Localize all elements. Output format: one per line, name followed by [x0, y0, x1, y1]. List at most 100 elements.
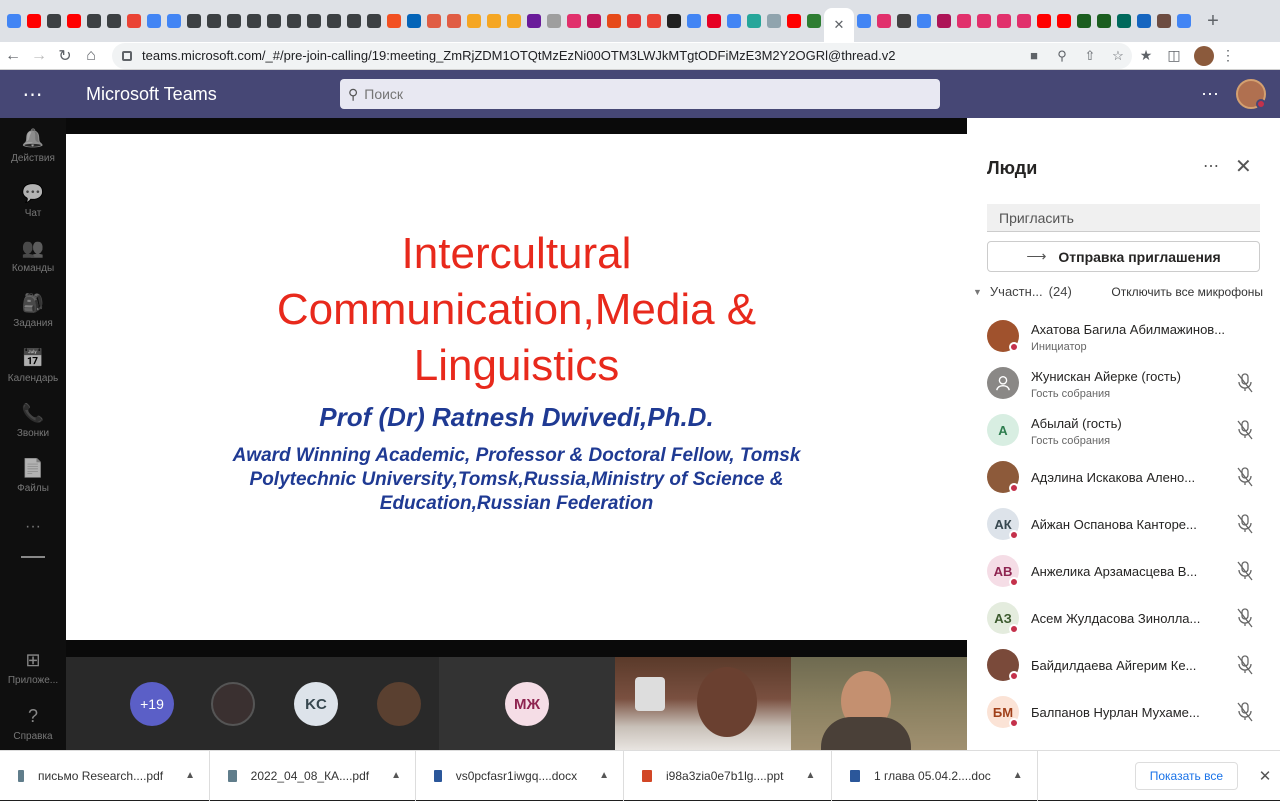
rail-item[interactable]: ⊞ Приложе... — [0, 650, 66, 686]
browser-tab[interactable] — [564, 6, 584, 36]
browser-tab[interactable] — [1114, 6, 1134, 36]
lock-icon[interactable] — [122, 50, 132, 61]
mic-off-icon[interactable] — [1237, 420, 1253, 440]
browser-tab[interactable] — [424, 6, 444, 36]
browser-tab[interactable] — [164, 6, 184, 36]
invite-input[interactable] — [987, 204, 1260, 232]
rail-item[interactable]: ? Справка — [0, 706, 66, 742]
browser-tab[interactable] — [144, 6, 164, 36]
browser-tab[interactable] — [1014, 6, 1034, 36]
new-tab-icon[interactable]: + — [1200, 10, 1226, 33]
browser-tab[interactable] — [444, 6, 464, 36]
show-all-downloads-button[interactable]: Показать все — [1134, 761, 1238, 790]
participant-avatar[interactable] — [211, 682, 255, 726]
chevron-down-icon[interactable]: ▼ — [973, 287, 982, 297]
rail-item[interactable]: 🔔 Действия — [0, 128, 66, 164]
browser-tab[interactable] — [934, 6, 954, 36]
mic-off-icon[interactable] — [1237, 608, 1253, 628]
browser-tab[interactable] — [304, 6, 324, 36]
browser-tab[interactable] — [624, 6, 644, 36]
gallery-tile-mzh[interactable]: МЖ — [439, 657, 615, 750]
browser-tab[interactable] — [324, 6, 344, 36]
browser-tab[interactable] — [1054, 6, 1074, 36]
rail-item[interactable]: 👥 Команды — [0, 238, 66, 274]
browser-tab[interactable] — [104, 6, 124, 36]
mic-off-icon[interactable] — [1237, 655, 1253, 675]
video-tile-participant[interactable] — [791, 657, 967, 750]
browser-tab[interactable] — [524, 6, 544, 36]
chevron-up-icon[interactable]: ▲ — [185, 770, 195, 781]
browser-tab[interactable] — [704, 6, 724, 36]
participant-avatar-kc[interactable]: KC — [294, 682, 338, 726]
search-box[interactable]: ⚲ — [340, 79, 940, 109]
mic-off-icon[interactable] — [1237, 561, 1253, 581]
zoom-icon[interactable]: ⚲ — [1048, 48, 1076, 64]
mic-off-icon[interactable] — [1237, 373, 1253, 393]
browser-tab[interactable] — [224, 6, 244, 36]
close-icon[interactable]: ✕ — [1250, 767, 1280, 785]
browser-tab[interactable] — [1094, 6, 1114, 36]
participants-section-header[interactable]: ▼ Участн... (24) Отключить все микрофоны — [973, 284, 1273, 299]
forward-icon[interactable]: → — [26, 47, 52, 65]
rail-item[interactable]: 📄 Файлы — [0, 458, 66, 494]
url-text[interactable]: teams.microsoft.com/_#/pre-join-calling/… — [142, 48, 1020, 63]
extensions-icon[interactable]: ★ — [1132, 47, 1160, 64]
download-item[interactable]: vs0pcfasr1iwgq....docx ▲ — [416, 750, 624, 801]
browser-tab[interactable] — [974, 6, 994, 36]
participant-row[interactable]: Ахатова Багила Абилмажинов... Инициатор — [987, 314, 1277, 360]
browser-tab[interactable] — [1034, 6, 1054, 36]
browser-tab[interactable] — [64, 6, 84, 36]
panel-more-icon[interactable]: ⋯ — [1203, 156, 1220, 176]
rail-item[interactable]: 📞 Звонки — [0, 403, 66, 439]
participant-row[interactable]: Жунискан Айерке (гость) Гость собрания — [987, 361, 1277, 407]
camera-icon[interactable]: ■ — [1020, 48, 1048, 63]
reload-icon[interactable]: ↻ — [52, 46, 78, 66]
participant-row[interactable]: A Абылай (гость) Гость собрания — [987, 408, 1277, 454]
browser-tab[interactable] — [874, 6, 894, 36]
close-tab-icon[interactable]: ✕ — [834, 17, 845, 33]
browser-tab[interactable] — [604, 6, 624, 36]
browser-tab[interactable] — [24, 6, 44, 36]
chevron-up-icon[interactable]: ▲ — [805, 770, 815, 781]
browser-tab[interactable] — [404, 6, 424, 36]
browser-tab[interactable] — [344, 6, 364, 36]
participant-row[interactable]: Байдилдаева Айгерим Ке... — [987, 643, 1277, 689]
browser-tab[interactable] — [584, 6, 604, 36]
participant-row[interactable]: АЗ Асем Жулдасова Зинолла... — [987, 596, 1277, 642]
mic-off-icon[interactable] — [1237, 514, 1253, 534]
browser-tab[interactable] — [264, 6, 284, 36]
share-invite-button[interactable]: ⟶ Отправка приглашения — [987, 241, 1260, 272]
browser-tab[interactable] — [124, 6, 144, 36]
browser-tab[interactable] — [1154, 6, 1174, 36]
more-options-icon[interactable]: ⋯ — [1201, 84, 1220, 105]
overflow-count[interactable]: +19 — [130, 682, 174, 726]
rail-item[interactable]: 🎒 Задания — [0, 293, 66, 329]
browser-tab[interactable] — [664, 6, 684, 36]
home-icon[interactable]: ⌂ — [78, 47, 104, 65]
browser-tab[interactable] — [1074, 6, 1094, 36]
mute-all-button[interactable]: Отключить все микрофоны — [1111, 285, 1263, 299]
browser-tab[interactable] — [284, 6, 304, 36]
browser-tab[interactable] — [4, 6, 24, 36]
video-tile-speaker[interactable] — [615, 657, 791, 750]
participant-row[interactable]: БМ Балпанов Нурлан Мухаме... — [987, 690, 1277, 736]
browser-tab[interactable] — [184, 6, 204, 36]
browser-tab[interactable] — [384, 6, 404, 36]
close-icon[interactable]: ✕ — [1235, 154, 1252, 179]
active-tab[interactable]: ✕ — [824, 8, 854, 42]
share-icon[interactable]: ⇧ — [1076, 48, 1104, 64]
bookmark-star-icon[interactable]: ☆ — [1104, 48, 1132, 64]
profile-avatar[interactable] — [1194, 45, 1214, 66]
browser-tab[interactable] — [894, 6, 914, 36]
chevron-up-icon[interactable]: ▲ — [599, 770, 609, 781]
side-panel-icon[interactable]: ◫ — [1160, 47, 1188, 64]
browser-tab[interactable] — [84, 6, 104, 36]
user-avatar[interactable] — [1236, 79, 1266, 109]
download-item[interactable]: письмо Research....pdf ▲ — [0, 750, 210, 801]
address-bar[interactable]: teams.microsoft.com/_#/pre-join-calling/… — [112, 42, 1132, 69]
browser-tab[interactable] — [914, 6, 934, 36]
participant-avatar[interactable] — [377, 682, 421, 726]
browser-tab[interactable] — [684, 6, 704, 36]
mic-off-icon[interactable] — [1237, 702, 1253, 722]
mic-off-icon[interactable] — [1237, 467, 1253, 487]
